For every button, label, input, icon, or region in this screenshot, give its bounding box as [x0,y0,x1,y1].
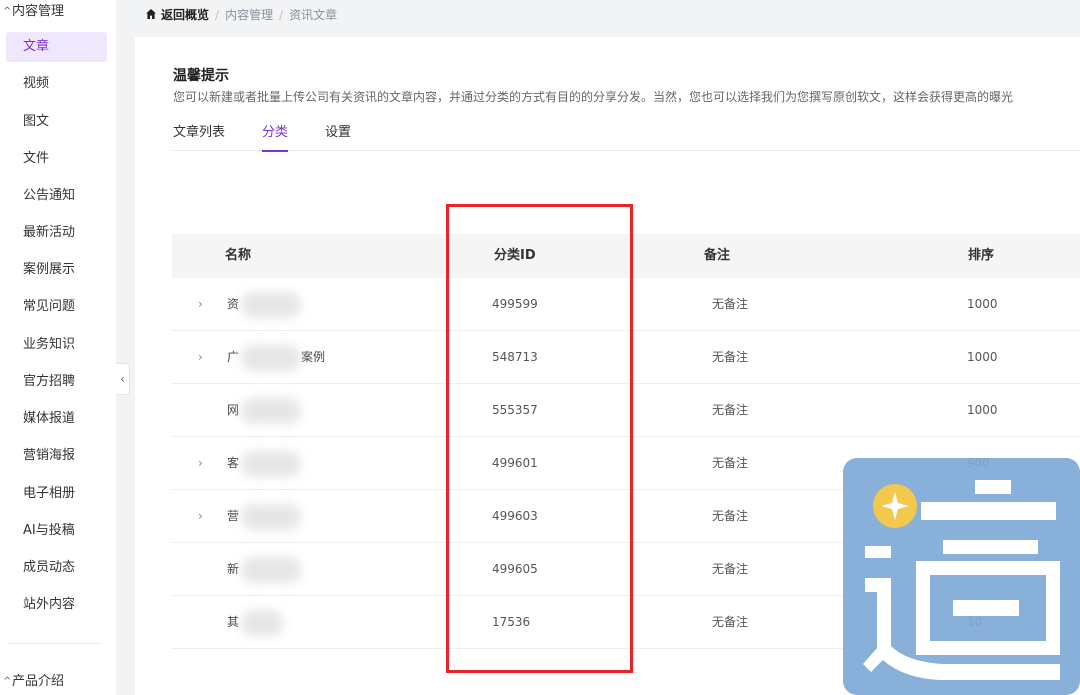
category-sort: 1000 [967,350,998,364]
table-row[interactable]: › 资 499599 无备注 1000 [172,278,1080,331]
sidebar-item-posters[interactable]: 营销海报 [6,441,107,471]
category-name: 其 [227,596,284,649]
breadcrumb-separator: / [215,8,220,22]
category-id: 499599 [492,297,538,311]
table-row[interactable]: › 客 499601 无备注 900 [172,437,1080,490]
chevron-up-icon: ^ [3,676,12,687]
category-sort: 1000 [967,297,998,311]
column-header-id: 分类ID [494,248,536,263]
category-id: 499601 [492,456,538,470]
sidebar-item-faq[interactable]: 常见问题 [6,292,107,322]
category-remark: 无备注 [712,403,749,417]
redacted-blur [241,450,302,477]
category-remark: 无备注 [712,562,749,576]
sidebar-item-cases[interactable]: 案例展示 [6,255,107,285]
chevron-up-icon: ^ [3,6,12,17]
sidebar-item-media[interactable]: 媒体报道 [6,404,107,434]
category-remark: 无备注 [712,615,749,629]
category-name: 客 [227,437,302,490]
tab-article-list[interactable]: 文章列表 [173,125,225,151]
expand-chevron-icon[interactable]: › [198,437,203,490]
sidebar-item-announcement[interactable]: 公告通知 [6,181,107,211]
breadcrumb-current: 资讯文章 [289,8,338,22]
sidebar-group-product[interactable]: ^产品介绍 [3,671,64,693]
sidebar-item-member-news[interactable]: 成员动态 [6,553,107,583]
table-row[interactable]: 新 499605 无备注 600 [172,543,1080,596]
main-card: 温馨提示 您可以新建或者批量上传公司有关资讯的文章内容，并通过分类的方式有目的的… [135,37,1080,695]
category-sort: 900 [967,456,990,470]
category-name: 资 [227,278,302,331]
table-row[interactable]: › 营 499603 无备注 800 [172,490,1080,543]
sidebar-item-recruitment[interactable]: 官方招聘 [6,367,107,397]
breadcrumb: 返回概览 / 内容管理 / 资讯文章 [145,6,337,24]
tab-settings[interactable]: 设置 [325,125,351,151]
tab-bar: 文章列表 分类 设置 [173,125,1080,152]
sidebar-item-album[interactable]: 电子相册 [6,479,107,509]
breadcrumb-content-management[interactable]: 内容管理 [225,8,273,22]
sidebar-item-external[interactable]: 站外内容 [6,590,107,620]
notice-title: 温馨提示 [173,68,229,84]
category-id: 499605 [492,562,538,576]
sidebar: ^内容管理 文章 视频 图文 文件 公告通知 最新活动 案例展示 常见问题 业务… [0,0,116,695]
column-header-sort: 排序 [968,248,995,263]
expand-chevron-icon[interactable]: › [198,331,203,384]
sidebar-item-article[interactable]: 文章 [6,32,107,62]
sidebar-item-knowledge[interactable]: 业务知识 [6,330,107,360]
redacted-blur [241,503,302,530]
category-id: 555357 [492,403,538,417]
category-remark: 无备注 [712,509,749,523]
table-header: 名称 分类ID 备注 排序 [172,234,1080,278]
sidebar-item-file[interactable]: 文件 [6,144,107,174]
sidebar-item-events[interactable]: 最新活动 [6,218,107,248]
chevron-left-icon: ‹ [120,372,125,386]
tab-category[interactable]: 分类 [262,125,289,152]
column-header-name: 名称 [225,248,252,263]
sidebar-group-label: 产品介绍 [12,674,65,689]
category-remark: 无备注 [712,456,749,470]
category-sort: 10 [967,615,983,629]
redacted-blur [241,291,302,318]
expand-chevron-icon[interactable]: › [198,490,203,543]
redacted-blur [241,344,302,371]
expand-chevron-icon[interactable]: › [198,278,203,331]
home-icon [146,9,156,19]
category-name: 网 [227,384,302,437]
breadcrumb-separator: / [279,8,284,22]
category-sort: 600 [967,562,990,576]
notice-text: 您可以新建或者批量上传公司有关资讯的文章内容，并通过分类的方式有目的的分享分发。… [173,90,1014,104]
category-remark: 无备注 [712,297,749,311]
sidebar-collapse-button[interactable]: ‹ [116,363,130,395]
redacted-blur [241,609,284,636]
category-id: 548713 [492,350,538,364]
category-id: 17536 [492,615,531,629]
table-row[interactable]: 其 17536 无备注 10 [172,596,1080,649]
sidebar-divider [9,643,101,644]
category-name: 广案例 [227,331,325,384]
sidebar-item-ai-submission[interactable]: AI与投稿 [6,516,107,546]
category-sort: 1000 [967,403,998,417]
redacted-blur [241,556,302,583]
category-name: 新 [227,543,302,596]
category-remark: 无备注 [712,350,749,364]
sidebar-group-content[interactable]: ^内容管理 [3,1,64,23]
category-name: 营 [227,490,302,543]
category-id: 499603 [492,509,538,523]
category-table: 名称 分类ID 备注 排序 › 资 499599 无备注 1000 › 广案例 … [172,234,1080,649]
breadcrumb-home-link[interactable]: 返回概览 [161,8,209,22]
sidebar-item-image-text[interactable]: 图文 [6,107,107,137]
table-row[interactable]: 网 555357 无备注 1000 [172,384,1080,437]
column-header-remark: 备注 [704,248,731,263]
sidebar-group-label: 内容管理 [12,4,65,19]
category-sort: 800 [967,509,990,523]
redacted-blur [241,397,302,424]
table-row[interactable]: › 广案例 548713 无备注 1000 [172,331,1080,384]
sidebar-item-video[interactable]: 视频 [6,69,107,99]
